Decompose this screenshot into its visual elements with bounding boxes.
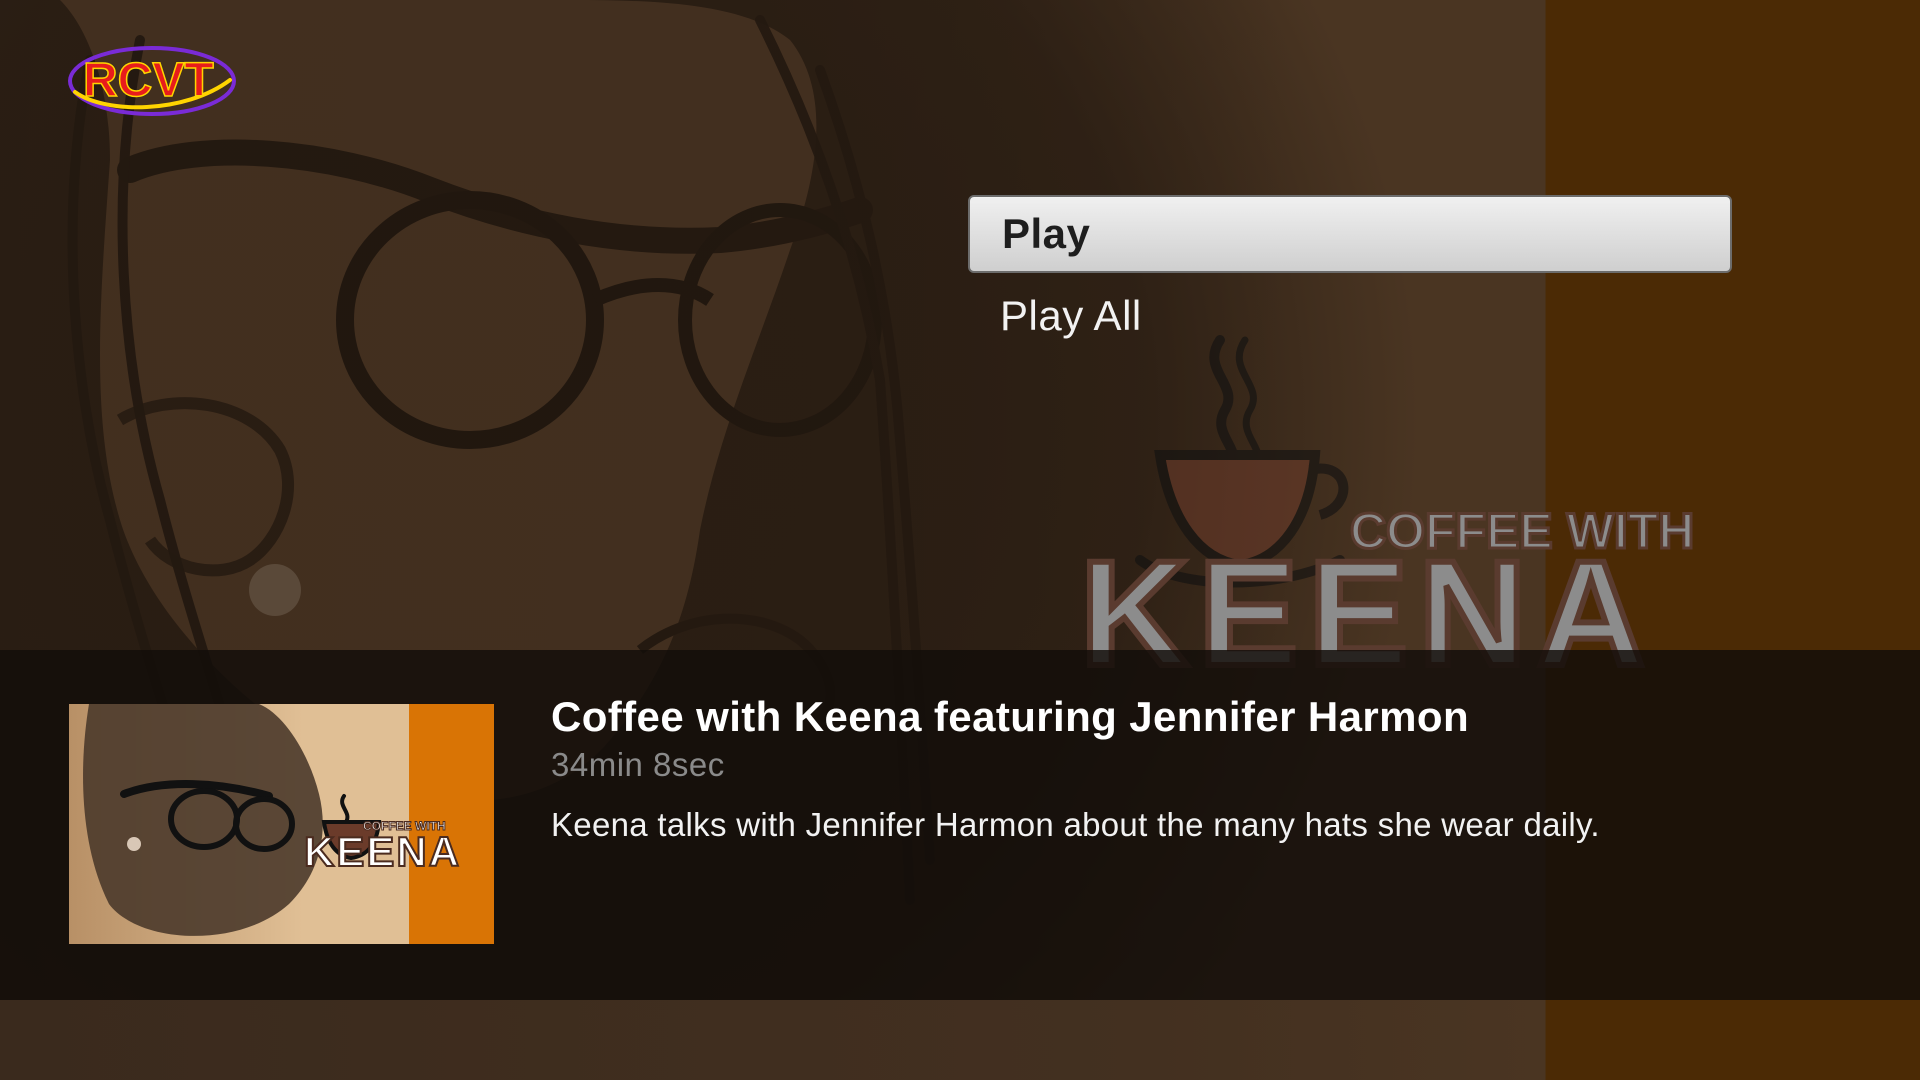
episode-thumbnail: COFFEE WITH KEENA bbox=[69, 704, 494, 944]
rcvt-logo-icon: RCVT bbox=[68, 46, 236, 116]
bottom-background-strip bbox=[0, 1000, 1920, 1080]
episode-text: Coffee with Keena featuring Jennifer Har… bbox=[551, 692, 1881, 846]
channel-logo: RCVT bbox=[65, 40, 240, 120]
episode-thumbnail-image: COFFEE WITH KEENA bbox=[69, 704, 494, 944]
details-screen: COFFEE WITH KEENA RCVT Play Play All COF… bbox=[0, 0, 1920, 1080]
play-button-label: Play bbox=[1002, 210, 1091, 257]
episode-title: Coffee with Keena featuring Jennifer Har… bbox=[551, 693, 1470, 740]
play-all-button[interactable]: Play All bbox=[968, 279, 1732, 353]
episode-description: Keena talks with Jennifer Harmon about t… bbox=[551, 806, 1600, 843]
thumbnail-brand-line2: KEENA bbox=[304, 828, 461, 875]
action-menu: Play Play All bbox=[968, 195, 1732, 353]
logo-text: RCVT bbox=[83, 54, 214, 107]
episode-duration: 34min 8sec bbox=[551, 746, 725, 783]
episode-details-panel: COFFEE WITH KEENA Coffee with Keena feat… bbox=[0, 650, 1920, 1000]
play-all-button-label: Play All bbox=[1000, 292, 1142, 339]
play-button[interactable]: Play bbox=[968, 195, 1732, 273]
